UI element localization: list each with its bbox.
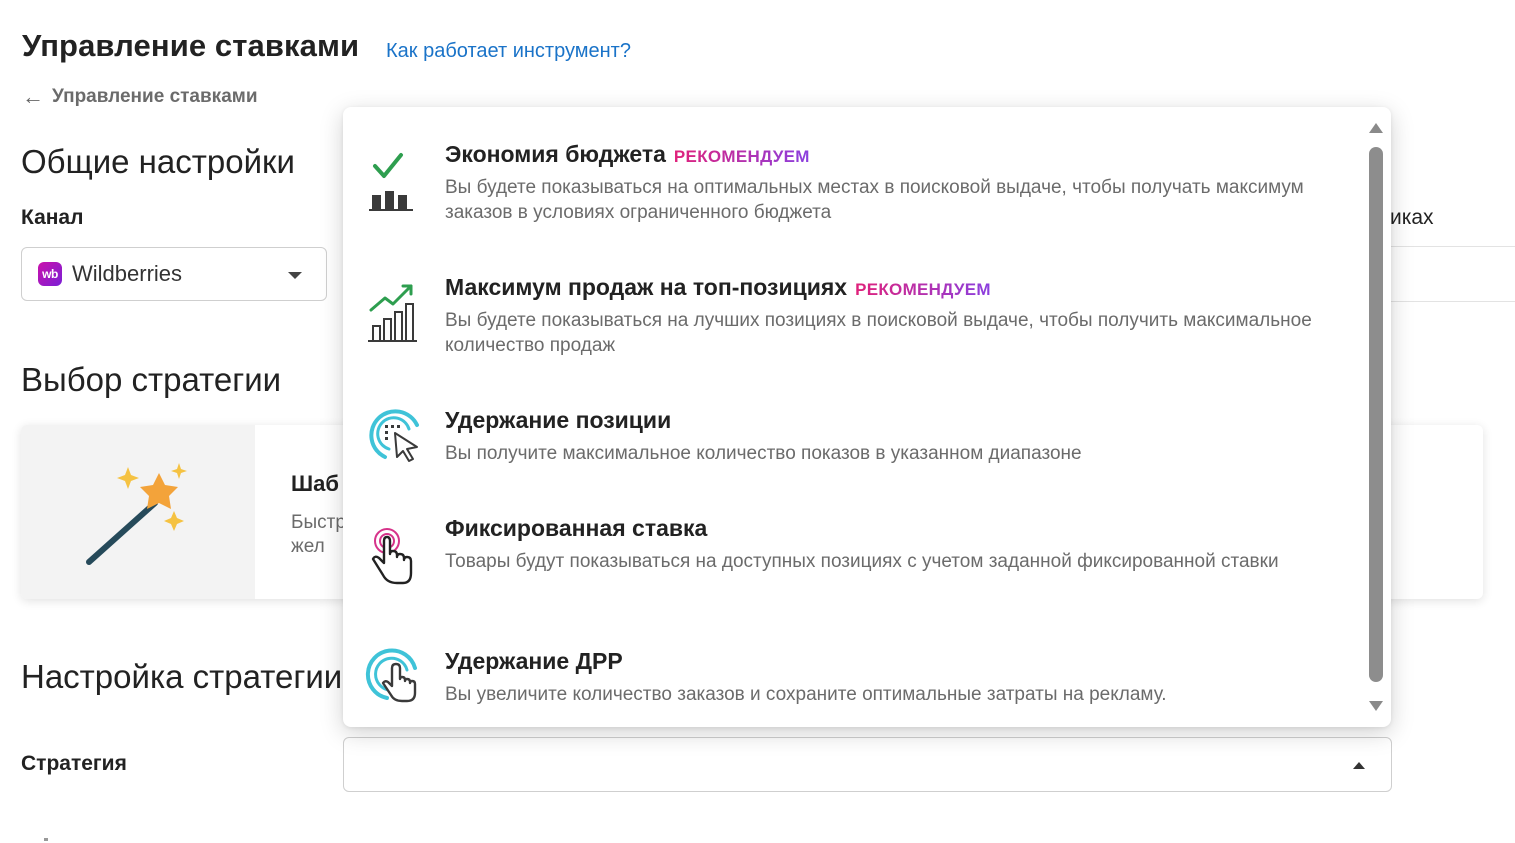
general-settings-title: Общие настройки [21, 143, 295, 180]
help-link[interactable]: Как работает инструмент? [386, 40, 631, 63]
right-partial-label: иках [1390, 206, 1434, 229]
scroll-up-arrow-icon[interactable] [1369, 123, 1383, 133]
strategy-option-hold-position[interactable]: Удержание позиции Вы получите максимальн… [343, 407, 1363, 487]
channel-select[interactable]: wb Wildberries [21, 247, 327, 301]
chevron-down-icon [288, 272, 302, 279]
partial-element [44, 838, 48, 841]
scrollbar[interactable] [1367, 117, 1385, 717]
strategy-option-hold-drr[interactable]: Удержание ДРР Вы увеличите количество за… [343, 648, 1363, 727]
option-title: Фиксированная ставка [445, 515, 708, 541]
strategy-choice-title: Выбор стратегии [21, 361, 282, 398]
magic-wand-icon [86, 463, 187, 565]
click-hand-icon [365, 646, 425, 706]
target-cursor-icon [365, 405, 425, 465]
budget-chart-icon [365, 151, 425, 211]
divider [1390, 301, 1515, 302]
breadcrumb-label: Управление ставками [52, 86, 258, 107]
option-description: Вы получите максимальное количество пока… [445, 443, 1082, 464]
card-illustration [21, 425, 255, 599]
option-title: Экономия бюджета [445, 141, 666, 167]
page-title: Управление ставками [22, 28, 360, 63]
chevron-up-icon [1353, 762, 1365, 769]
option-title: Максимум продаж на топ-позициях [445, 274, 848, 300]
back-arrow-icon: ← [22, 84, 44, 109]
tap-hand-icon [365, 527, 425, 587]
growth-chart-icon [365, 282, 425, 342]
divider [1390, 246, 1515, 247]
strategy-dropdown[interactable]: Экономия бюджета РЕКОМЕНДУЕМ Вы будете по… [343, 107, 1391, 727]
recommended-badge: РЕКОМЕНДУЕМ [673, 147, 810, 166]
option-title: Удержание позиции [445, 407, 672, 433]
wildberries-logo-icon: wb [38, 262, 62, 286]
card-title: Шаб [291, 471, 339, 496]
option-description: Вы будете показываться на лучших позиция… [445, 310, 1312, 356]
recommended-badge: РЕКОМЕНДУЕМ [855, 280, 991, 299]
channel-value: Wildberries [72, 261, 183, 286]
breadcrumb[interactable]: ← Управление ставками [22, 84, 258, 110]
strategy-label: Стратегия [21, 752, 127, 775]
scroll-down-arrow-icon[interactable] [1369, 701, 1383, 711]
strategy-option-fixed-bid[interactable]: Фиксированная ставка Товары будут показы… [343, 515, 1363, 615]
option-description: Вы будете показываться на оптимальных ме… [445, 177, 1304, 223]
option-title: Удержание ДРР [445, 648, 623, 674]
strategy-select[interactable] [343, 737, 1392, 792]
channel-label: Канал [21, 206, 84, 229]
option-description: Вы увеличите количество заказов и сохран… [445, 684, 1167, 705]
strategy-option-top-sales[interactable]: Максимум продаж на топ-позициях РЕКОМЕНДУ… [343, 274, 1363, 374]
strategy-setup-title: Настройка стратегии [21, 658, 343, 695]
option-description: Товары будут показываться на доступных п… [445, 551, 1279, 572]
scrollbar-thumb[interactable] [1369, 147, 1383, 682]
strategy-option-budget[interactable]: Экономия бюджета РЕКОМЕНДУЕМ Вы будете по… [343, 141, 1363, 241]
